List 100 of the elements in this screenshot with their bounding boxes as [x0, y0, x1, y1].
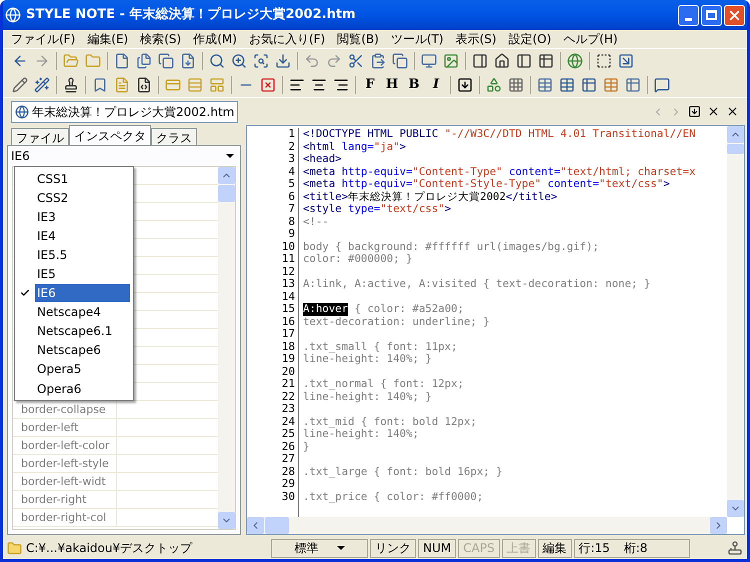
code-text: line-height: 140%; }: [303, 390, 432, 403]
menu-option[interactable]: CSS1: [35, 170, 130, 188]
line-number: 17: [280, 328, 295, 340]
menu-option[interactable]: IE5: [35, 265, 130, 284]
menu-item[interactable]: 閲覧(B): [331, 30, 385, 48]
scrollbar-thumb[interactable]: [218, 185, 235, 202]
panel-tab[interactable]: クラス: [151, 128, 197, 145]
menu-option[interactable]: IE6: [35, 284, 130, 302]
line-number: 2: [287, 140, 295, 153]
close-button[interactable]: [724, 4, 745, 26]
line-number: 27: [280, 453, 295, 466]
status-pane: 編集: [538, 538, 572, 558]
check-icon: [20, 288, 30, 298]
menu-item[interactable]: 検索(S): [134, 30, 188, 48]
menu-option[interactable]: IE4: [35, 226, 130, 245]
browser-dropdown[interactable]: IE6: [8, 146, 240, 166]
folder-icon: [7, 540, 22, 556]
property-name[interactable]: border-left-color: [13, 437, 117, 454]
menu-option[interactable]: Opera6: [35, 380, 130, 398]
code-text: >: [444, 203, 452, 216]
format-button[interactable]: F: [359, 74, 381, 96]
code-text: "-//W3C//DTD HTML 4.01 Transitional//EN: [444, 128, 696, 140]
joystick-icon: [727, 540, 743, 556]
line-number: 3: [287, 153, 295, 166]
line-number: 16: [280, 316, 295, 328]
property-name[interactable]: border-right-col: [13, 509, 117, 526]
code-text: .txt_mid { font: bold 12px;: [303, 416, 477, 428]
menu-item[interactable]: ファイル(F): [5, 30, 82, 48]
code-text: "text/css": [599, 178, 664, 190]
property-name[interactable]: border-left-widt: [13, 473, 117, 490]
line-number: 4: [287, 166, 295, 178]
menu-item[interactable]: ヘルプ(H): [557, 30, 624, 48]
code-text: <meta: [303, 166, 336, 178]
menu-option[interactable]: Netscape6: [35, 341, 130, 360]
code-text: body { background: #ffffff url(images/bg.gif);: [303, 240, 599, 253]
status-pane: NUM: [418, 538, 456, 558]
menu-item[interactable]: 表示(S): [450, 30, 502, 48]
line-number: 7: [287, 203, 295, 216]
menu-option[interactable]: Opera5: [35, 360, 130, 378]
code-text: type=: [348, 203, 380, 216]
code-text: <!--: [303, 216, 329, 228]
menu-item[interactable]: ツール(T): [384, 30, 450, 48]
panel-tab[interactable]: インスペクタ: [69, 125, 151, 145]
code-text: }: [303, 440, 310, 453]
minimize-button[interactable]: [678, 4, 699, 26]
line-number: 14: [280, 290, 295, 303]
property-name[interactable]: border-right: [13, 491, 117, 508]
vertical-scrollbar[interactable]: [218, 167, 235, 529]
line-number: 26: [280, 440, 295, 453]
menu-option[interactable]: Netscape6.1: [35, 322, 130, 340]
panel-tab[interactable]: ファイル: [11, 128, 69, 145]
horizontal-scrollbar[interactable]: [247, 517, 727, 534]
code-text: <meta: [303, 178, 336, 190]
code-text: line-height: 140%;: [303, 428, 419, 440]
document-tab[interactable]: 年末総決算！プロレジ大賞2002.htm: [11, 100, 238, 122]
menu-item[interactable]: 作成(M): [187, 30, 243, 48]
line-number: 12: [280, 266, 295, 278]
close-tab-icon: [707, 105, 720, 118]
property-name[interactable]: border-left-style: [13, 455, 117, 472]
menu-option[interactable]: IE5.5: [35, 246, 130, 264]
menu-option[interactable]: CSS2: [35, 188, 130, 207]
code-text: "Content-Style-Type": [412, 178, 542, 190]
status-pane: CAPS: [458, 538, 500, 558]
line-number: 18: [280, 340, 295, 353]
line-number: 9: [287, 228, 295, 240]
line-number: 30: [280, 490, 295, 503]
line-number: 21: [280, 378, 295, 390]
menu-option[interactable]: IE3: [35, 208, 130, 226]
scrollbar-thumb[interactable]: [727, 144, 744, 154]
row-indicator: 行:15: [578, 540, 610, 557]
code-text: 年末総決算！プロレジ大賞2002: [348, 190, 506, 203]
code-text: </title>: [506, 190, 558, 203]
menu-option[interactable]: Netscape4: [35, 303, 130, 322]
format-button[interactable]: I: [425, 74, 447, 96]
app-icon: [5, 7, 21, 23]
line-number: 24: [280, 416, 295, 428]
line-number: 6: [287, 190, 295, 203]
format-button[interactable]: B: [403, 74, 425, 96]
code-text: .txt_normal { font: 12px;: [303, 378, 464, 390]
code-text: content=: [508, 166, 560, 178]
format-button[interactable]: H: [381, 74, 403, 96]
code-text: <title>: [303, 190, 348, 203]
status-pane: リンク: [370, 538, 416, 558]
style-dropdown[interactable]: 標準: [271, 538, 368, 558]
code-text: "Content-Type": [412, 166, 502, 178]
maximize-button[interactable]: [701, 4, 722, 26]
property-name[interactable]: border-left: [13, 419, 117, 436]
column-indicator: 桁:8: [624, 540, 648, 557]
window-title: STYLE NOTE - 年末総決算！プロレジ大賞2002.htm: [26, 6, 356, 24]
menu-item[interactable]: 編集(E): [81, 30, 134, 48]
code-text: "text/css": [380, 203, 445, 216]
vertical-scrollbar[interactable]: [727, 126, 744, 517]
code-text: <head>: [303, 153, 342, 166]
menu-item[interactable]: お気に入り(F): [242, 30, 332, 48]
menu-item[interactable]: 設定(O): [502, 30, 558, 48]
line-number: 22: [280, 390, 295, 403]
selected-text: A:hover: [303, 303, 348, 316]
code-text: <!DOCTYPE HTML PUBLIC: [303, 128, 440, 140]
line-number: 23: [280, 403, 295, 416]
scrollbar-thumb[interactable]: [265, 517, 289, 534]
